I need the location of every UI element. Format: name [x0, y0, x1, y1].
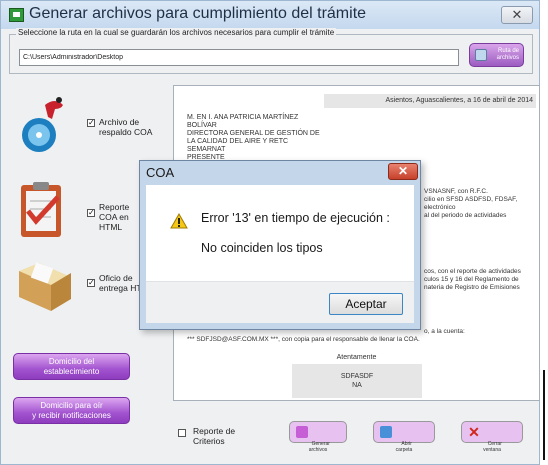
body-fragment: VSNASNF, con R.F.C.: [424, 188, 488, 195]
label-reporte-html: Reporte COA en HTML: [99, 202, 130, 232]
titlebar: Generar archivos para cumplimiento del t…: [1, 1, 539, 29]
generar-label: Generar archivos: [308, 441, 330, 453]
folder-path-icon: [475, 49, 487, 61]
scroll-edge: [543, 370, 545, 460]
error-message: Error '13' en tiempo de ejecución :: [201, 211, 390, 225]
generar-archivos-button[interactable]: Generar archivos: [289, 421, 347, 453]
dialog-close-button[interactable]: ✕: [388, 163, 418, 180]
ruta-archivos-button[interactable]: Ruta de archivos: [469, 43, 524, 67]
label-reporte-criterios: Reporte de Criterios: [193, 426, 236, 446]
domicilio-establecimiento-button[interactable]: Domicilio del establecimiento: [13, 353, 130, 380]
path-input[interactable]: [19, 49, 459, 66]
window-title: Generar archivos para cumplimiento del t…: [29, 5, 367, 22]
disc-backup-icon: [22, 97, 63, 152]
recipient-block: M. EN I. ANA PATRICIA MARTÍNEZ BOLÍVAR D…: [187, 114, 320, 161]
dialog-footer: Aceptar: [146, 281, 414, 323]
app-icon: [9, 8, 24, 22]
warning-icon: [170, 213, 188, 229]
error-detail: No coinciden los tipos: [201, 241, 323, 255]
body-fragment: nateria de Registro de Emisiones: [424, 284, 520, 291]
domicilio-notificaciones-button[interactable]: Domicilio para oír y recibir notificacio…: [13, 397, 130, 424]
body-fragment: cilio en SFSD ASDFSD, FDSAF,: [424, 196, 518, 203]
dialog-body: Error '13' en tiempo de ejecución : No c…: [146, 185, 414, 281]
path-group: Seleccione la ruta en la cual se guardar…: [9, 28, 533, 74]
atentamente: Atentamente: [336, 354, 377, 361]
body-fragment: culos 15 y 16 del Reglamento de: [424, 276, 519, 283]
label-oficio: Oficio de entrega HT: [99, 273, 142, 293]
abrir-label: Abrir carpeta: [395, 441, 413, 453]
date-line: Asientos, Aguascalientes, a 16 de abril …: [324, 94, 536, 108]
body-fragment: electrónico: [424, 204, 456, 211]
body-fragment: o, a la cuenta:: [424, 328, 465, 335]
body-fragment: cos, con el reporte de actividades: [424, 268, 521, 275]
close-x-icon: ✕: [468, 424, 480, 440]
label-respaldo: Archivo de respaldo COA: [99, 117, 153, 137]
folder-icon: [380, 426, 392, 438]
body-fragment: al del periodo de actividades: [424, 212, 507, 219]
signature-box: SDFASDF NA: [292, 364, 422, 398]
abrir-carpeta-button[interactable]: Abrir carpeta: [373, 421, 435, 453]
cerrar-ventana-button[interactable]: ✕ Cerrar ventana: [461, 421, 523, 453]
generate-icon: [296, 426, 308, 438]
window-close-button[interactable]: ✕: [501, 6, 533, 24]
chk-respaldo[interactable]: ✓: [87, 119, 95, 127]
email-line: *** SDFJSD@ASF.COM.MX ***, con copia par…: [187, 336, 420, 343]
chk-reporte-criterios[interactable]: [178, 429, 186, 437]
document-folder-icon: [19, 262, 71, 311]
chk-oficio[interactable]: ✓: [87, 279, 95, 287]
ruta-archivos-label: Ruta de archivos: [496, 48, 519, 61]
clipboard-checklist-icon: [21, 182, 61, 237]
cerrar-label: Cerrar ventana: [483, 441, 502, 453]
chk-reporte-html[interactable]: ✓: [87, 209, 95, 217]
accept-button[interactable]: Aceptar: [329, 293, 403, 315]
path-legend: Seleccione la ruta en la cual se guardar…: [16, 28, 337, 37]
error-dialog: COA ✕ Error '13' en tiempo de ejecución …: [139, 160, 421, 330]
dialog-title: COA: [146, 165, 175, 180]
